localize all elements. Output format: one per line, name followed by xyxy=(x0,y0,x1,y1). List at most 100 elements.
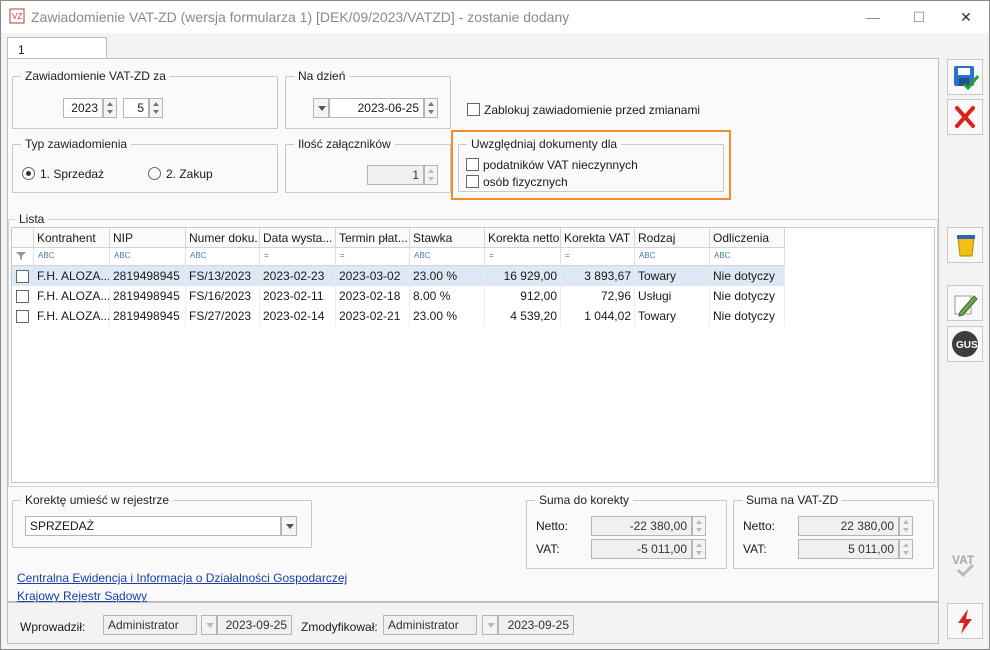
as-of-date-input[interactable]: 2023-06-25 xyxy=(329,98,424,118)
radio-purchase[interactable] xyxy=(148,167,161,180)
sum-correction-netto-spinner xyxy=(692,516,706,536)
sum-vatzd-netto-spinner xyxy=(899,516,913,536)
as-of-legend: Na dzień xyxy=(294,69,350,83)
app-icon: VZ xyxy=(9,8,25,24)
row-checkbox[interactable] xyxy=(16,270,29,283)
maximize-button[interactable]: ☐ xyxy=(907,7,931,27)
ceidg-link[interactable]: Centralna Ewidencja i Informacja o Dział… xyxy=(17,571,347,585)
col-number[interactable]: Numer doku... xyxy=(186,228,260,248)
filter-cell[interactable]: ABC xyxy=(635,248,710,266)
year-spinner[interactable] xyxy=(103,98,117,118)
modified-date: 2023-09-25 xyxy=(498,615,574,635)
lightning-icon xyxy=(958,609,972,634)
sum-correction-netto-label: Netto: xyxy=(536,519,569,533)
col-issue-date[interactable]: Data wysta... xyxy=(260,228,336,248)
filter-cell[interactable]: ABC xyxy=(410,248,485,266)
delete-button[interactable] xyxy=(947,227,983,263)
filter-cell[interactable]: ABC xyxy=(186,248,260,266)
cell-issue-date: 2023-02-11 xyxy=(260,286,336,306)
col-vat-correction[interactable]: Korekta VAT xyxy=(561,228,635,248)
cell-due-date: 2023-03-02 xyxy=(336,266,410,286)
register-group: Korektę umieść w rejestrze SPRZEDAŻ xyxy=(12,493,312,548)
cell-issue-date: 2023-02-23 xyxy=(260,266,336,286)
attachments-input: 1 xyxy=(367,165,424,185)
month-spinner[interactable] xyxy=(149,98,163,118)
grid-corner xyxy=(12,228,34,248)
entered-date: 2023-09-25 xyxy=(217,615,292,635)
sum-correction-vat: -5 011,00 xyxy=(591,539,692,559)
vat-button[interactable]: VAT xyxy=(947,547,983,583)
save-icon xyxy=(954,66,980,91)
filter-cell[interactable]: ABC xyxy=(110,248,186,266)
cell-vat: 1 044,02 xyxy=(561,306,635,326)
close-button[interactable]: ✕ xyxy=(954,7,978,27)
col-kontrahent[interactable]: Kontrahent xyxy=(34,228,110,248)
documents-grid: Kontrahent NIP Numer doku... Data wysta.… xyxy=(11,227,935,483)
cell-rate: 23.00 % xyxy=(410,306,485,326)
edit-button[interactable] xyxy=(947,285,983,321)
sum-vatzd-vat-spinner xyxy=(899,539,913,559)
row-checkbox[interactable] xyxy=(16,290,29,303)
minimize-button[interactable]: — xyxy=(861,7,885,27)
sum-vatzd-netto-label: Netto: xyxy=(743,519,776,533)
modified-date-dropdown xyxy=(482,615,498,635)
filter-cell[interactable]: = xyxy=(561,248,635,266)
date-dropdown-button[interactable] xyxy=(313,98,329,118)
attachments-spinner xyxy=(424,165,438,185)
filter-cell[interactable]: = xyxy=(260,248,336,266)
cell-rate: 23.00 % xyxy=(410,266,485,286)
attachments-legend: Ilość załączników xyxy=(294,137,395,151)
quick-action-button[interactable] xyxy=(947,603,983,639)
svg-text:VZ: VZ xyxy=(12,12,22,21)
register-legend: Korektę umieść w rejestrze xyxy=(21,493,174,507)
cell-deductions: Nie dotyczy xyxy=(710,286,785,306)
cell-number: FS/27/2023 xyxy=(186,306,260,326)
cell-vat: 72,96 xyxy=(561,286,635,306)
title-bar: VZ Zawiadomienie VAT-ZD (wersja formular… xyxy=(1,1,989,33)
filter-cell[interactable]: ABC xyxy=(34,248,110,266)
register-dropdown-button[interactable] xyxy=(281,516,297,536)
filter-icon[interactable] xyxy=(12,248,34,266)
list-legend: Lista xyxy=(15,212,49,226)
modified-by: Administrator xyxy=(383,615,477,635)
cell-kind: Towary xyxy=(635,306,710,326)
krs-link[interactable]: Krajowy Rejestr Sądowy xyxy=(17,589,147,603)
col-nip[interactable]: NIP xyxy=(110,228,186,248)
col-rate[interactable]: Stawka xyxy=(410,228,485,248)
gus-button[interactable]: GUS xyxy=(947,326,983,362)
col-due-date[interactable]: Termin płat... xyxy=(336,228,410,248)
cell-contractor: F.H. ALOZA... xyxy=(34,286,110,306)
sum-correction-vat-spinner xyxy=(692,539,706,559)
save-button[interactable] xyxy=(947,59,983,95)
cell-deductions: Nie dotyczy xyxy=(710,306,785,326)
col-deductions[interactable]: Odliczenia xyxy=(710,228,785,248)
window-title: Zawiadomienie VAT-ZD (wersja formularza … xyxy=(31,9,570,25)
register-select[interactable]: SPRZEDAŻ xyxy=(25,516,281,536)
filter-cell[interactable]: ABC xyxy=(710,248,785,266)
entered-date-dropdown xyxy=(201,615,217,635)
row-checkbox[interactable] xyxy=(16,310,29,323)
date-spinner[interactable] xyxy=(424,98,438,118)
lock-checkbox[interactable] xyxy=(467,103,480,116)
sum-correction-vat-label: VAT: xyxy=(536,542,560,556)
cell-nip: 2819498945 xyxy=(110,286,186,306)
attachments-group: Ilość załączników 1 xyxy=(285,137,451,193)
col-net-correction[interactable]: Korekta netto xyxy=(485,228,561,248)
month-input[interactable]: 5 xyxy=(123,98,149,118)
sum-correction-group: Suma do korekty Netto: -22 380,00 VAT: -… xyxy=(526,493,727,569)
period-legend: Zawiadomienie VAT-ZD za xyxy=(21,69,170,83)
highlight-frame xyxy=(451,130,731,200)
tab-zawiadomienie[interactable]: 1 Zawiadomienie xyxy=(7,37,107,71)
cell-nip: 2819498945 xyxy=(110,266,186,286)
filter-cell[interactable]: = xyxy=(485,248,561,266)
cell-net: 912,00 xyxy=(485,286,561,306)
radio-sales[interactable] xyxy=(22,167,35,180)
cell-kind: Towary xyxy=(635,266,710,286)
sum-vatzd-vat-label: VAT: xyxy=(743,542,767,556)
filter-cell[interactable]: = xyxy=(336,248,410,266)
year-input[interactable]: 2023 xyxy=(63,98,103,118)
col-kind[interactable]: Rodzaj xyxy=(635,228,710,248)
cell-issue-date: 2023-02-14 xyxy=(260,306,336,326)
cancel-button[interactable] xyxy=(947,99,983,135)
footer-bar: Wprowadził: Administrator 2023-09-25 Zmo… xyxy=(7,602,939,644)
